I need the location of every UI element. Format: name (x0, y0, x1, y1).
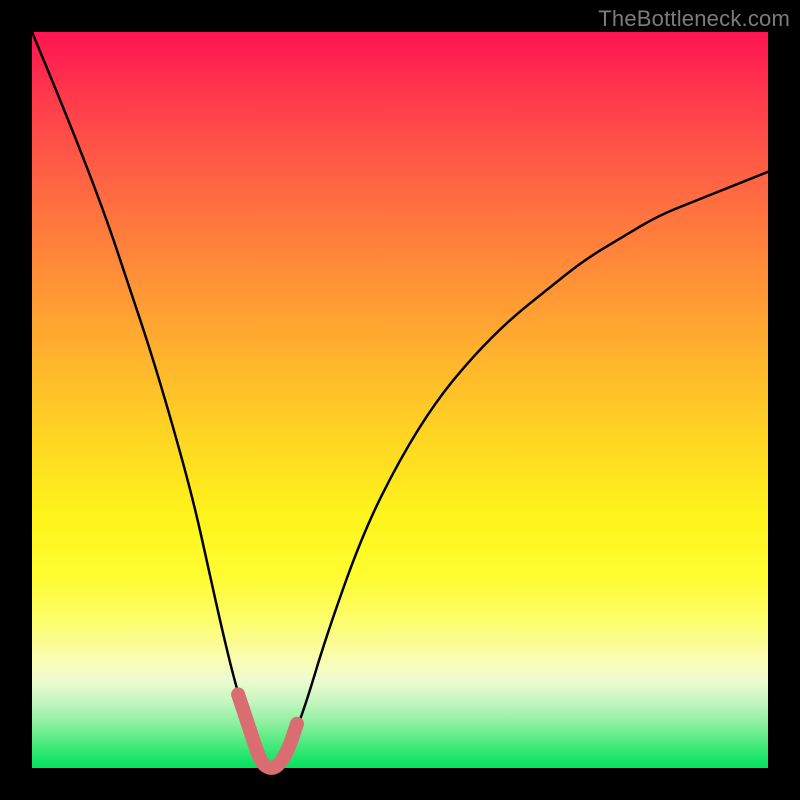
plot-area (32, 32, 768, 768)
minimum-band-line (238, 694, 297, 768)
bottleneck-curve-line (32, 32, 768, 768)
chart-frame: TheBottleneck.com (0, 0, 800, 800)
chart-svg (32, 32, 768, 768)
watermark-text: TheBottleneck.com (598, 6, 790, 32)
